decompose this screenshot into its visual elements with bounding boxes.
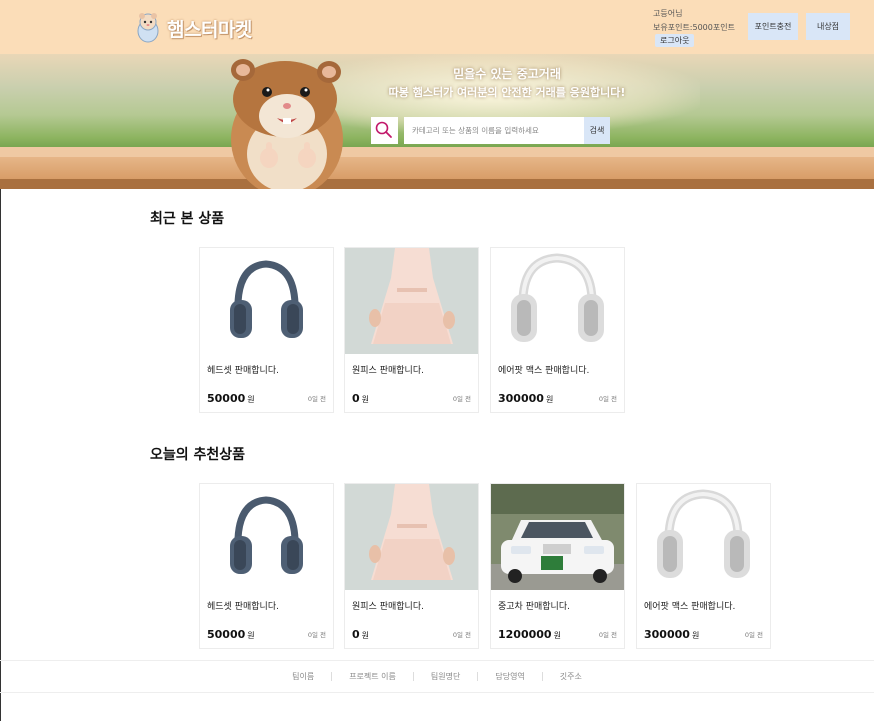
product-image-car (491, 484, 624, 590)
product-title: 중고차 판매합니다. (498, 602, 570, 612)
product-image-dress (345, 484, 478, 590)
price-unit: 원 (247, 631, 255, 640)
product-time: 0일 전 (307, 395, 326, 403)
my-store-button[interactable]: 내상점 (806, 13, 850, 40)
price-value: 300000 (644, 628, 690, 641)
product-title: 에어팟 맥스 판매합니다. (498, 366, 590, 376)
price-unit: 원 (545, 395, 554, 404)
price-value: 0 (352, 628, 360, 641)
recommended-product-card[interactable]: 중고차 판매합니다. 1200000 원 0일 전 (490, 483, 625, 649)
price-unit: 원 (247, 395, 255, 404)
price-unit: 원 (691, 631, 700, 640)
price-unit: 원 (361, 395, 370, 404)
price-value: 50000 (207, 392, 246, 405)
banner-plank (0, 179, 874, 189)
recommended-product-card[interactable]: 원피스 판매합니다. 0원 0일 전 (344, 483, 479, 649)
footer-divider (541, 672, 543, 681)
recent-product-card[interactable]: 원피스 판매합니다. 0원 0일 전 (344, 247, 479, 413)
footer-item-roles[interactable]: 담당영역 (495, 671, 524, 682)
product-price: 1200000 원 (498, 628, 561, 641)
product-image-airpods-max (491, 248, 624, 354)
top-header: 햄스터마켓 고등어님 보유포인트:5000포인트 로그아웃 포인트충전 내상점 (0, 0, 874, 54)
product-price: 0원 (352, 628, 369, 641)
product-time: 0일 전 (452, 395, 471, 403)
footer-item-members[interactable]: 팀원명단 (431, 671, 460, 682)
banner-plank (0, 157, 874, 179)
price-value: 1200000 (498, 628, 552, 641)
product-time: 0일 전 (598, 631, 617, 639)
price-value: 50000 (207, 628, 246, 641)
footer-item-team-name[interactable]: 팀이름 (292, 671, 314, 682)
price-value: 0 (352, 392, 360, 405)
banner-subheadline: 따봉 햄스터가 여러분의 안전한 거래를 응원합니다! (388, 86, 626, 99)
hamster-logo-icon[interactable] (136, 12, 160, 43)
recommended-product-card[interactable]: 헤드셋 판매합니다. 50000 원 0일 전 (199, 483, 334, 649)
point-charge-button[interactable]: 포인트충전 (748, 13, 798, 40)
footer: 팀이름 프로젝트 이름 팀원명단 담당영역 깃주소 (0, 660, 874, 693)
user-name: 고등어님 (653, 9, 683, 18)
recent-product-card[interactable]: 헤드셋 판매합니다. 50000 원 0일 전 (199, 247, 334, 413)
footer-item-git-address[interactable]: 깃주소 (560, 671, 582, 682)
banner-headline: 믿을수 있는 중고거래 (453, 67, 561, 81)
product-title: 헤드셋 판매합니다. (207, 366, 279, 376)
product-time: 0일 전 (598, 395, 617, 403)
logout-button[interactable]: 로그아웃 (655, 34, 695, 47)
product-price: 300000 원 (498, 392, 553, 405)
recent-section-title: 최근 본 상품 (150, 211, 225, 227)
recommended-section-title: 오늘의 추천상품 (150, 447, 246, 463)
footer-item-project-name[interactable]: 프로젝트 이름 (349, 671, 396, 682)
product-price: 50000 원 (207, 392, 255, 405)
product-price: 50000 원 (207, 628, 255, 641)
product-time: 0일 전 (744, 631, 763, 639)
product-title: 헤드셋 판매합니다. (207, 602, 279, 612)
search-icon-button[interactable] (371, 117, 398, 144)
search-icon (375, 121, 392, 138)
product-title: 원피스 판매합니다. (352, 366, 424, 376)
product-image-airpods-max (637, 484, 770, 590)
product-image-headphones (200, 248, 333, 354)
hero-banner: 믿을수 있는 중고거래 따봉 햄스터가 여러분의 안전한 거래를 응원합니다! … (0, 54, 874, 189)
logo-text[interactable]: 햄스터마켓 (167, 15, 252, 42)
product-image-dress (345, 248, 478, 354)
price-value: 300000 (498, 392, 544, 405)
recent-product-card[interactable]: 에어팟 맥스 판매합니다. 300000 원 0일 전 (490, 247, 625, 413)
user-points: 보유포인트:5000포인트 (653, 23, 735, 32)
footer-divider (477, 672, 479, 681)
footer-divider (331, 672, 333, 681)
price-unit: 원 (361, 631, 370, 640)
product-title: 원피스 판매합니다. (352, 602, 424, 612)
product-price: 0원 (352, 392, 369, 405)
search-button[interactable]: 검색 (584, 117, 610, 144)
product-time: 0일 전 (452, 631, 471, 639)
product-price: 300000 원 (644, 628, 699, 641)
recommended-product-card[interactable]: 에어팟 맥스 판매합니다. 300000 원 0일 전 (636, 483, 771, 649)
thumbs-up-hamster-image (231, 59, 343, 189)
product-title: 에어팟 맥스 판매합니다. (644, 602, 736, 612)
product-time: 0일 전 (307, 631, 326, 639)
search-input[interactable] (404, 117, 584, 144)
price-unit: 원 (553, 631, 561, 640)
product-image-headphones (200, 484, 333, 590)
banner-plank (0, 147, 874, 157)
footer-divider (412, 672, 414, 681)
